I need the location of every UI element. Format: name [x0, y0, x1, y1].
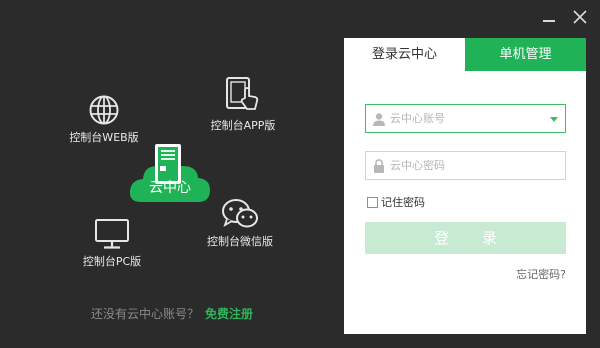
- tab-cloud-login[interactable]: 登录云中心: [344, 38, 465, 71]
- minimize-icon: [543, 20, 555, 22]
- signup-link[interactable]: 免费注册: [205, 307, 253, 321]
- minimize-button[interactable]: [538, 6, 560, 28]
- feature-pc[interactable]: 控制台PC版: [77, 218, 147, 269]
- close-button[interactable]: [569, 6, 591, 28]
- feature-cloud-label: 云中心: [149, 180, 191, 196]
- feature-app[interactable]: 控制台APP版: [208, 76, 278, 133]
- tablet-touch-icon: [226, 77, 259, 110]
- tab-standalone[interactable]: 单机管理: [465, 38, 586, 71]
- account-field[interactable]: [365, 104, 566, 133]
- account-input[interactable]: [390, 105, 550, 132]
- wechat-icon: [222, 199, 258, 228]
- signup-text: 还没有云中心账号？: [90, 307, 199, 321]
- chevron-down-icon[interactable]: [550, 117, 558, 122]
- feature-wechat-label: 控制台微信版: [207, 235, 273, 248]
- forgot-password-link[interactable]: 忘记密码?: [516, 266, 566, 282]
- feature-wechat[interactable]: 控制台微信版: [200, 198, 280, 249]
- feature-web[interactable]: 控制台WEB版: [69, 94, 139, 145]
- user-icon: [373, 113, 385, 126]
- login-button[interactable]: 登 录: [365, 222, 566, 254]
- feature-area: 控制台WEB版 控制台APP版 云中心 控制台微信版 控制台PC版 还没有云中心…: [0, 0, 344, 348]
- feature-app-label: 控制台APP版: [210, 119, 276, 132]
- login-tabs: 登录云中心 单机管理: [344, 38, 586, 71]
- lock-icon: [374, 159, 384, 173]
- password-field[interactable]: [365, 151, 566, 180]
- feature-pc-label: 控制台PC版: [82, 255, 142, 268]
- close-icon: [573, 10, 587, 24]
- feature-cloud-center[interactable]: 云中心: [129, 142, 211, 204]
- remember-password-label: 记住密码: [381, 196, 425, 209]
- monitor-icon: [95, 219, 129, 249]
- remember-password-checkbox[interactable]: 记住密码: [367, 194, 425, 210]
- signup-prompt: 还没有云中心账号？ 免费注册: [0, 305, 344, 322]
- checkbox-box[interactable]: [367, 197, 378, 208]
- globe-icon: [89, 95, 119, 125]
- password-input[interactable]: [390, 152, 550, 179]
- login-panel: 登录云中心 单机管理 记住密码 登 录 忘记密码?: [344, 38, 586, 334]
